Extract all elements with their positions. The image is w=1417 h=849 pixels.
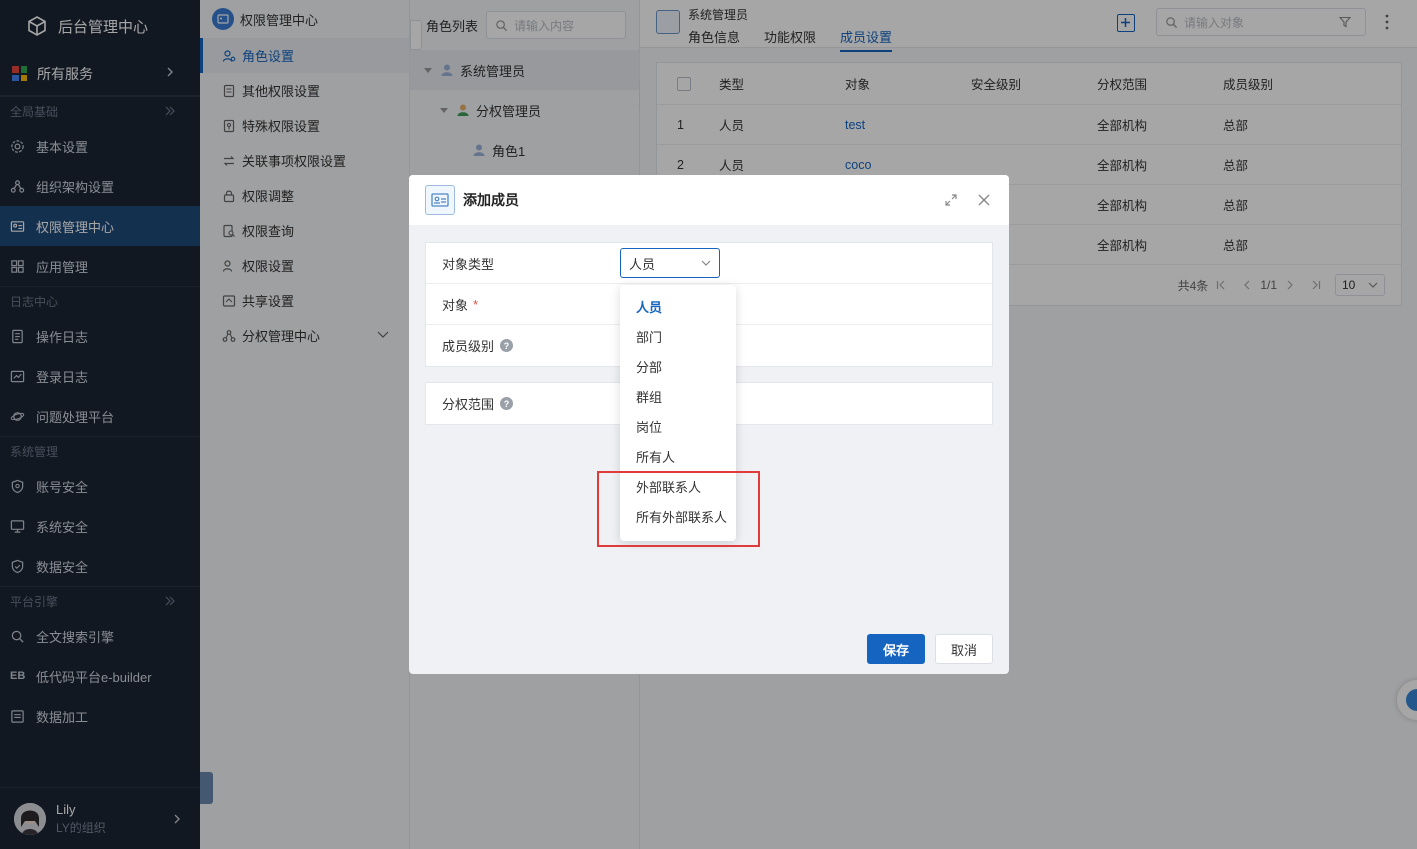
object-type-label: 对象类型 bbox=[442, 256, 495, 272]
chevron-down-icon bbox=[701, 260, 711, 266]
member-card-icon bbox=[425, 185, 455, 215]
dialog-header: 添加成员 bbox=[409, 175, 1009, 225]
option-everyone[interactable]: 所有人 bbox=[620, 441, 736, 471]
save-button[interactable]: 保存 bbox=[867, 634, 925, 664]
scope-label: 分权范围 bbox=[442, 397, 495, 412]
dialog-title: 添加成员 bbox=[463, 192, 519, 208]
option-person[interactable]: 人员 bbox=[620, 291, 736, 321]
expand-icon[interactable] bbox=[945, 194, 957, 206]
help-icon[interactable]: ? bbox=[500, 397, 514, 410]
help-icon[interactable]: ? bbox=[500, 339, 514, 352]
member-level-label: 成员级别 bbox=[442, 339, 495, 354]
dialog-footer: 保存 取消 bbox=[867, 634, 993, 664]
close-icon[interactable] bbox=[977, 193, 991, 207]
option-branch[interactable]: 分部 bbox=[620, 351, 736, 381]
object-label: 对象 bbox=[442, 297, 469, 313]
cancel-button[interactable]: 取消 bbox=[935, 634, 993, 664]
annotation-highlight-box bbox=[597, 471, 760, 547]
required-mark: * bbox=[473, 296, 479, 312]
option-position[interactable]: 岗位 bbox=[620, 411, 736, 441]
option-group[interactable]: 群组 bbox=[620, 381, 736, 411]
form-row-object-type: 对象类型 人员 bbox=[426, 243, 992, 284]
add-member-dialog: 添加成员 对象类型 人员 对象 * 成员级别 ? 分权范围 ? 人员 部门 分部… bbox=[409, 175, 1009, 674]
object-type-select[interactable]: 人员 bbox=[620, 248, 720, 278]
option-department[interactable]: 部门 bbox=[620, 321, 736, 351]
